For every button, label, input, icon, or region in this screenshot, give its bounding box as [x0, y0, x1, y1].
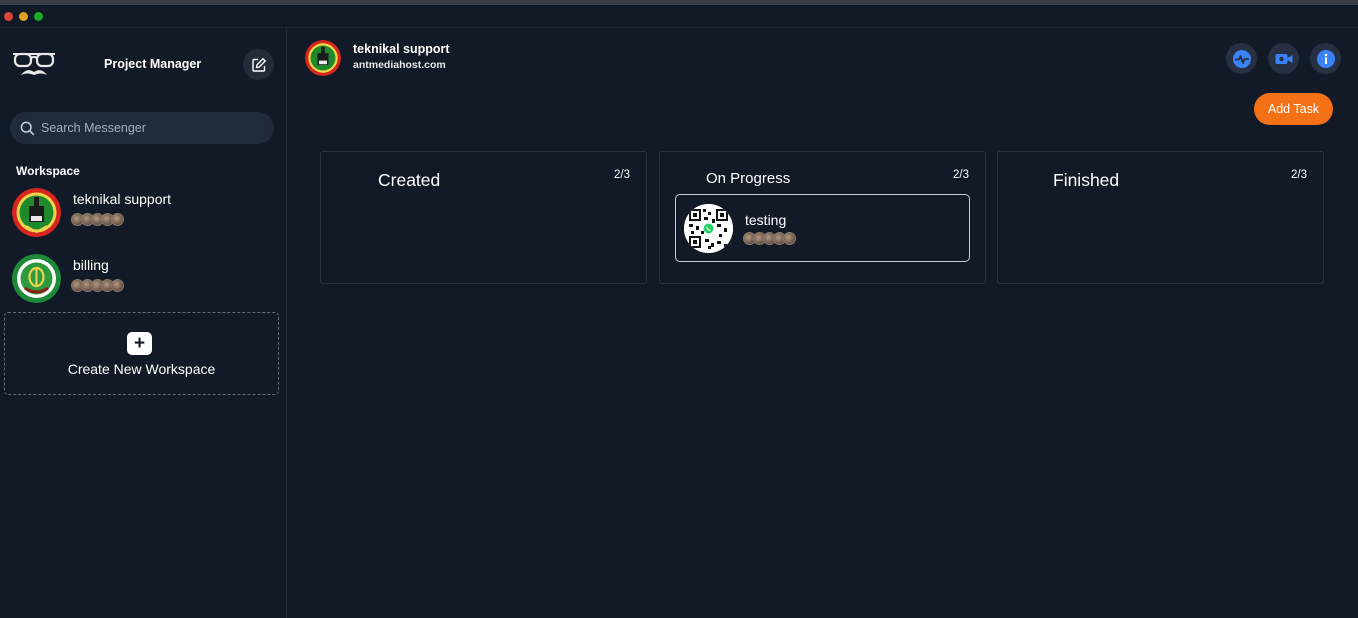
search-icon	[20, 121, 35, 135]
sidebar: Project Manager Workspace teknikal s	[0, 28, 287, 618]
video-icon	[1275, 53, 1292, 64]
member-avatars	[71, 279, 124, 293]
close-window-button[interactable]	[4, 12, 13, 21]
activity-button[interactable]	[1226, 43, 1257, 74]
member-avatars	[743, 232, 796, 250]
activity-icon	[1232, 49, 1251, 68]
workspace-section-label: Workspace	[16, 164, 80, 178]
column-count: 2/3	[614, 169, 630, 181]
column-title: Finished	[1053, 170, 1120, 190]
workspace-name: teknikal support	[73, 191, 172, 207]
column-title: Created	[378, 170, 441, 190]
member-avatars	[71, 213, 124, 227]
channel-avatar	[305, 40, 341, 76]
column-count: 2/3	[1291, 169, 1307, 181]
column-on-progress: On Progress 2/3 testing	[659, 151, 986, 284]
search-bar[interactable]	[10, 112, 274, 144]
member-avatar	[111, 279, 124, 292]
minimize-window-button[interactable]	[19, 12, 28, 21]
channel-subtitle: antmediahost.com	[353, 59, 446, 71]
member-avatar	[111, 213, 124, 226]
column-finished: Finished 2/3	[997, 151, 1324, 284]
info-icon	[1316, 49, 1335, 68]
new-message-button[interactable]	[243, 49, 274, 80]
workspace-item-billing[interactable]: billing	[12, 254, 272, 304]
column-count: 2/3	[953, 169, 969, 181]
task-title: testing	[745, 212, 787, 228]
channel-title: teknikal support	[353, 42, 450, 56]
workspace-avatar	[12, 254, 61, 303]
zoom-window-button[interactable]	[34, 12, 43, 21]
app-title: Project Manager	[104, 57, 202, 71]
column-created: Created 2/3	[320, 151, 647, 284]
create-workspace-label: Create New Workspace	[67, 361, 216, 377]
qr-code-icon	[684, 204, 733, 253]
video-call-button[interactable]	[1268, 43, 1299, 74]
info-button[interactable]	[1310, 43, 1341, 74]
workspace-avatar	[12, 188, 61, 237]
workspace-item-teknikal-support[interactable]: teknikal support	[12, 188, 272, 238]
edit-icon	[251, 57, 266, 72]
workspace-name: billing	[73, 257, 109, 273]
plus-icon: +	[127, 332, 152, 355]
glasses-mustache-icon	[13, 52, 55, 75]
search-input[interactable]	[41, 121, 261, 135]
task-card-testing[interactable]: testing	[675, 194, 970, 262]
add-task-button[interactable]: Add Task	[1254, 93, 1333, 125]
window-titlebar	[0, 0, 1358, 28]
column-title: On Progress	[706, 170, 791, 187]
member-avatar	[783, 232, 796, 245]
create-workspace-button[interactable]: + Create New Workspace	[4, 312, 279, 395]
